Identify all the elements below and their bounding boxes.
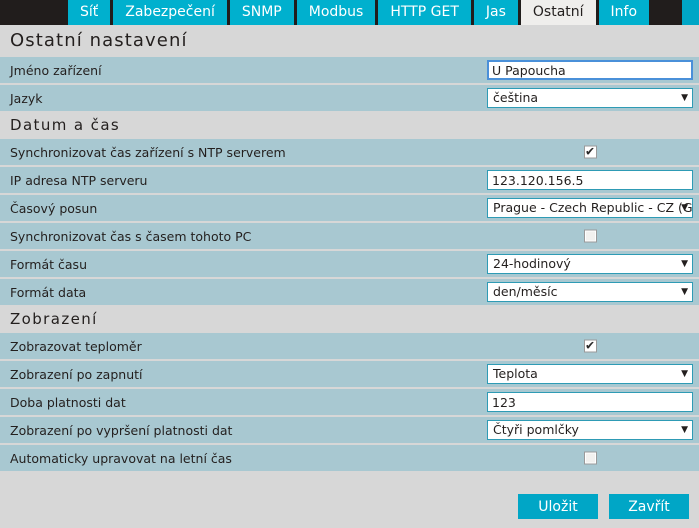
tab-sit[interactable]: Síť xyxy=(68,0,111,25)
language-select[interactable]: čeština ▼ xyxy=(487,88,693,108)
chevron-down-icon: ▼ xyxy=(681,203,688,213)
tab-ostatni[interactable]: Ostatní xyxy=(520,0,596,25)
dst-auto-checkbox[interactable] xyxy=(583,451,597,465)
row-timezone: Časový posun Prague - Czech Republic - C… xyxy=(0,195,699,221)
device-name-input[interactable] xyxy=(487,60,693,80)
tab-zabezpeceni[interactable]: Zabezpečení xyxy=(113,0,227,25)
time-format-select-value: 24-hodinový xyxy=(493,256,571,271)
timezone-select[interactable]: Prague - Czech Republic - CZ (GMT + ▼ xyxy=(487,198,693,218)
expired-view-select-value: Čtyři pomlčky xyxy=(493,422,579,437)
row-data-validity: Doba platnosti dat xyxy=(0,389,699,415)
chevron-down-icon: ▼ xyxy=(681,369,688,379)
ntp-address-control xyxy=(487,170,693,190)
ntp-sync-control: ✔ xyxy=(487,144,693,159)
row-startup-view: Zobrazení po zapnutí Teplota ▼ xyxy=(0,361,699,387)
timezone-select-value: Prague - Czech Republic - CZ (GMT + xyxy=(493,200,693,215)
tab-info[interactable]: Info xyxy=(598,0,650,25)
row-dst-auto: Automaticky upravovat na letní čas xyxy=(0,445,699,471)
label-language: Jazyk xyxy=(10,90,43,106)
close-button[interactable]: Zavřít xyxy=(609,494,689,519)
page-title: Ostatní nastavení xyxy=(0,25,699,57)
show-thermometer-checkbox[interactable]: ✔ xyxy=(583,338,597,353)
language-select-value: čeština xyxy=(493,90,539,105)
save-button[interactable]: Uložit xyxy=(518,494,598,519)
tab-snmp[interactable]: SNMP xyxy=(229,0,294,25)
expired-view-control: Čtyři pomlčky ▼ xyxy=(487,420,693,440)
date-format-select-value: den/měsíc xyxy=(493,284,558,299)
device-name-control xyxy=(487,60,693,80)
section-heading-display: Zobrazení xyxy=(0,307,699,331)
row-ntp-sync: Synchronizovat čas zařízení s NTP server… xyxy=(0,139,699,165)
label-pc-sync: Synchronizovat čas s časem tohoto PC xyxy=(10,228,252,244)
row-date-format: Formát data den/měsíc ▼ xyxy=(0,279,699,305)
tab-modbus[interactable]: Modbus xyxy=(296,0,376,25)
chevron-down-icon: ▼ xyxy=(681,425,688,435)
data-validity-input[interactable] xyxy=(487,392,693,412)
chevron-down-icon: ▼ xyxy=(681,93,688,103)
label-show-thermometer: Zobrazovat teploměr xyxy=(10,338,142,354)
check-mark-icon: ✔ xyxy=(584,338,596,353)
tab-jas[interactable]: Jas xyxy=(473,0,518,25)
label-ntp-sync: Synchronizovat čas zařízení s NTP server… xyxy=(10,144,286,160)
row-time-format: Formát času 24-hodinový ▼ xyxy=(0,251,699,277)
label-device-name: Jméno zařízení xyxy=(10,62,102,78)
pc-sync-checkbox[interactable] xyxy=(583,229,597,243)
pc-sync-control xyxy=(487,229,693,243)
label-expired-view: Zobrazení po vypršení platnosti dat xyxy=(10,422,233,438)
row-show-thermometer: Zobrazovat teploměr ✔ xyxy=(0,333,699,359)
tab-http-get[interactable]: HTTP GET xyxy=(378,0,471,25)
ntp-sync-checkbox[interactable]: ✔ xyxy=(583,144,597,159)
label-dst-auto: Automaticky upravovat na letní čas xyxy=(10,450,232,466)
row-pc-sync: Synchronizovat čas s časem tohoto PC xyxy=(0,223,699,249)
label-time-format: Formát času xyxy=(10,256,87,272)
startup-view-select-value: Teplota xyxy=(493,366,538,381)
footer: Uložit Zavřít xyxy=(0,473,699,528)
time-format-select[interactable]: 24-hodinový ▼ xyxy=(487,254,693,274)
time-format-control: 24-hodinový ▼ xyxy=(487,254,693,274)
settings-form: Jméno zařízení Jazyk čeština ▼ Datum a č… xyxy=(0,57,699,471)
row-language: Jazyk čeština ▼ xyxy=(0,85,699,111)
data-validity-control xyxy=(487,392,693,412)
ntp-address-input[interactable] xyxy=(487,170,693,190)
timezone-control: Prague - Czech Republic - CZ (GMT + ▼ xyxy=(487,198,693,218)
check-mark-icon: ✔ xyxy=(584,144,596,159)
row-ntp-address: IP adresa NTP serveru xyxy=(0,167,699,193)
language-control: čeština ▼ xyxy=(487,88,693,108)
row-device-name: Jméno zařízení xyxy=(0,57,699,83)
row-expired-view: Zobrazení po vypršení platnosti dat Čtyř… xyxy=(0,417,699,443)
section-heading-datetime: Datum a čas xyxy=(0,113,699,137)
label-startup-view: Zobrazení po zapnutí xyxy=(10,366,143,382)
chevron-down-icon: ▼ xyxy=(681,259,688,269)
footer-button-row: Uložit Zavřít xyxy=(518,494,689,519)
label-date-format: Formát data xyxy=(10,284,87,300)
chevron-down-icon: ▼ xyxy=(681,287,688,297)
startup-view-select[interactable]: Teplota ▼ xyxy=(487,364,693,384)
dst-auto-control xyxy=(487,451,693,465)
show-thermometer-control: ✔ xyxy=(487,338,693,353)
label-ntp-address: IP adresa NTP serveru xyxy=(10,172,148,188)
tab-bar: Síť Zabezpečení SNMP Modbus HTTP GET Jas… xyxy=(0,0,699,25)
date-format-control: den/měsíc ▼ xyxy=(487,282,693,302)
startup-view-control: Teplota ▼ xyxy=(487,364,693,384)
label-data-validity: Doba platnosti dat xyxy=(10,394,126,410)
date-format-select[interactable]: den/měsíc ▼ xyxy=(487,282,693,302)
label-timezone: Časový posun xyxy=(10,200,98,216)
expired-view-select[interactable]: Čtyři pomlčky ▼ xyxy=(487,420,693,440)
